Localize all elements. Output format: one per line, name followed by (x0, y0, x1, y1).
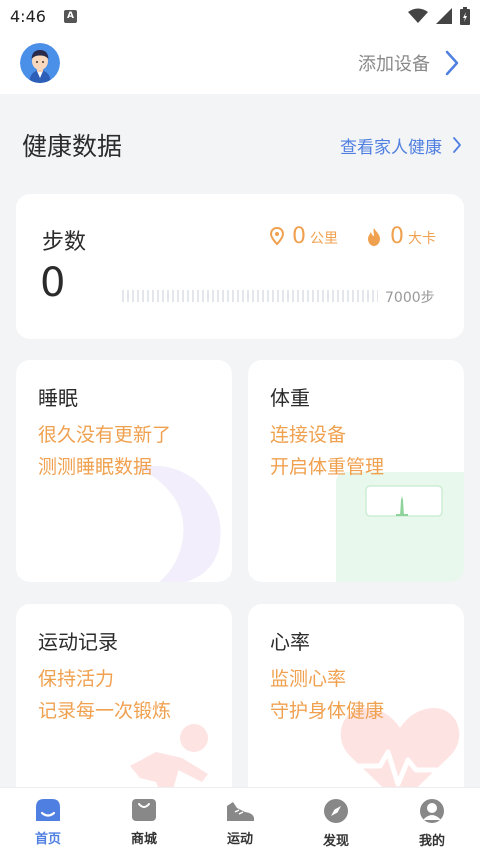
family-health-label: 查看家人健康 (340, 137, 442, 158)
heart-rate-card[interactable]: 心率 监测心率 守护身体健康 (248, 604, 464, 804)
heart-line2: 守护身体健康 (270, 700, 385, 722)
nav-home[interactable]: 首页 (0, 788, 96, 853)
nav-profile[interactable]: 我的 (384, 788, 480, 853)
user-avatar-icon (20, 43, 60, 83)
status-time: 4:46 (10, 6, 46, 26)
section-header: 健康数据 查看家人健康 (22, 127, 462, 163)
sleep-title: 睡眠 (38, 386, 78, 410)
weight-line1: 连接设备 (270, 424, 347, 446)
location-pin-icon (270, 226, 284, 245)
sport-line1: 保持活力 (38, 668, 115, 690)
home-icon (36, 799, 60, 821)
battery-icon (460, 7, 470, 25)
status-bar: 4:46 A (0, 0, 480, 32)
steps-progress-bar (122, 290, 378, 302)
nav-shop-label: 商城 (130, 832, 157, 847)
nav-shop[interactable]: 商城 (96, 788, 192, 853)
wifi-icon (408, 8, 428, 23)
section-title: 健康数据 (22, 132, 123, 161)
calories-stat: 0 大卡 (366, 224, 436, 249)
weight-title: 体重 (270, 386, 310, 410)
distance-value: 0 (292, 224, 306, 249)
sleep-card[interactable]: 睡眠 很久没有更新了 测测睡眠数据 (16, 360, 232, 582)
steps-card[interactable]: 步数 0 0 公里 0 大卡 7000步 (16, 194, 464, 339)
weight-line2: 开启体重管理 (270, 456, 385, 478)
heart-rate-title: 心率 (270, 630, 310, 654)
sleep-line1: 很久没有更新了 (38, 424, 172, 446)
steps-title: 步数 (42, 230, 87, 255)
chevron-right-icon (445, 50, 459, 76)
steps-value: 0 (40, 260, 66, 306)
nav-discover[interactable]: 发现 (288, 788, 384, 853)
steps-goal-label: 7000步 (385, 290, 435, 306)
calories-unit: 大卡 (408, 231, 436, 247)
nav-sport[interactable]: 运动 (192, 788, 288, 853)
heart-line1: 监测心率 (270, 668, 347, 690)
add-device-button[interactable]: 添加设备 (358, 49, 460, 77)
sleep-line2: 测测睡眠数据 (38, 456, 153, 478)
profile-icon (420, 799, 444, 823)
add-device-label: 添加设备 (358, 54, 430, 75)
avatar[interactable] (20, 43, 60, 83)
calories-value: 0 (390, 224, 404, 249)
sneaker-icon (227, 802, 254, 821)
sport-line2: 记录每一次锻炼 (38, 700, 172, 722)
nav-discover-label: 发现 (322, 834, 349, 849)
app-screen: 4:46 A 添加设备 健康数据 查看家人健康 步数 0 0 公里 0 大卡 7… (0, 0, 480, 853)
sport-record-title: 运动记录 (38, 630, 118, 654)
weight-card[interactable]: 体重 连接设备 开启体重管理 (248, 360, 464, 582)
compass-icon (324, 799, 348, 823)
nav-sport-label: 运动 (226, 832, 253, 847)
flame-icon (368, 227, 380, 246)
shopping-bag-icon (132, 799, 156, 821)
distance-unit: 公里 (310, 231, 338, 247)
nav-profile-label: 我的 (418, 834, 445, 849)
scale-icon (336, 472, 464, 582)
bottom-nav: 首页 商城 运动 发现 我的 (0, 787, 480, 853)
notification-icon: A (63, 9, 77, 23)
sport-record-card[interactable]: 运动记录 保持活力 记录每一次锻炼 (16, 604, 232, 804)
distance-stat: 0 公里 (270, 224, 338, 249)
top-header: 添加设备 (0, 32, 480, 94)
chevron-right-icon (453, 137, 461, 153)
status-icons (408, 7, 470, 25)
family-health-link[interactable]: 查看家人健康 (340, 133, 462, 158)
nav-home-label: 首页 (34, 832, 61, 847)
cellular-signal-icon (436, 8, 452, 24)
